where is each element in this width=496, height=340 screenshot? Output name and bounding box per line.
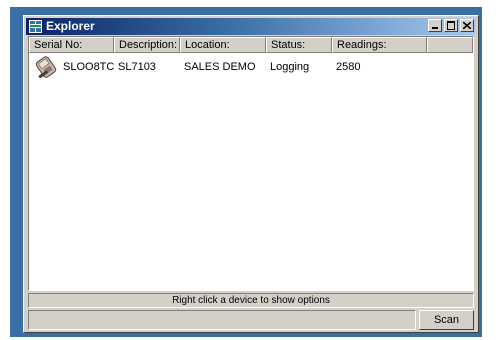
column-header-serial[interactable]: Serial No: xyxy=(29,37,114,53)
column-header-location[interactable]: Location: xyxy=(180,37,266,53)
column-header-description[interactable]: Description: xyxy=(114,37,180,53)
cell-status: Logging xyxy=(270,61,310,73)
scan-button[interactable]: Scan xyxy=(419,310,474,330)
explorer-app-icon xyxy=(28,19,43,34)
explorer-window: Explorer Serial No: Description: Locatio… xyxy=(23,15,479,333)
column-header-readings[interactable]: Readings: xyxy=(332,37,427,53)
cell-readings: 2580 xyxy=(336,61,361,73)
serial-number: SLOO8TCJ xyxy=(63,61,114,73)
cell-serial: SLOO8TCJ xyxy=(29,53,114,81)
bottom-bar: Scan xyxy=(28,310,474,330)
table-row[interactable]: SLOO8TCJ SL7103 SALES DEMO Logging 2580 xyxy=(29,53,427,81)
close-icon xyxy=(463,22,471,29)
scan-progress-bar xyxy=(28,310,416,330)
status-message: Right click a device to show options xyxy=(28,293,474,308)
cell-description: SL7103 xyxy=(118,61,156,73)
cell-location: SALES DEMO xyxy=(184,61,256,73)
data-logger-device-icon xyxy=(35,56,57,78)
column-header-extra[interactable] xyxy=(427,37,473,53)
close-button[interactable] xyxy=(460,19,474,32)
window-controls xyxy=(426,19,474,34)
minimize-button[interactable] xyxy=(428,19,442,32)
column-header-status[interactable]: Status: xyxy=(266,37,332,53)
title-bar[interactable]: Explorer xyxy=(26,18,476,35)
device-list[interactable]: Serial No: Description: Location: Status… xyxy=(28,36,474,291)
maximize-button[interactable] xyxy=(444,19,458,32)
window-title: Explorer xyxy=(46,19,95,33)
column-header-row: Serial No: Description: Location: Status… xyxy=(29,37,473,53)
